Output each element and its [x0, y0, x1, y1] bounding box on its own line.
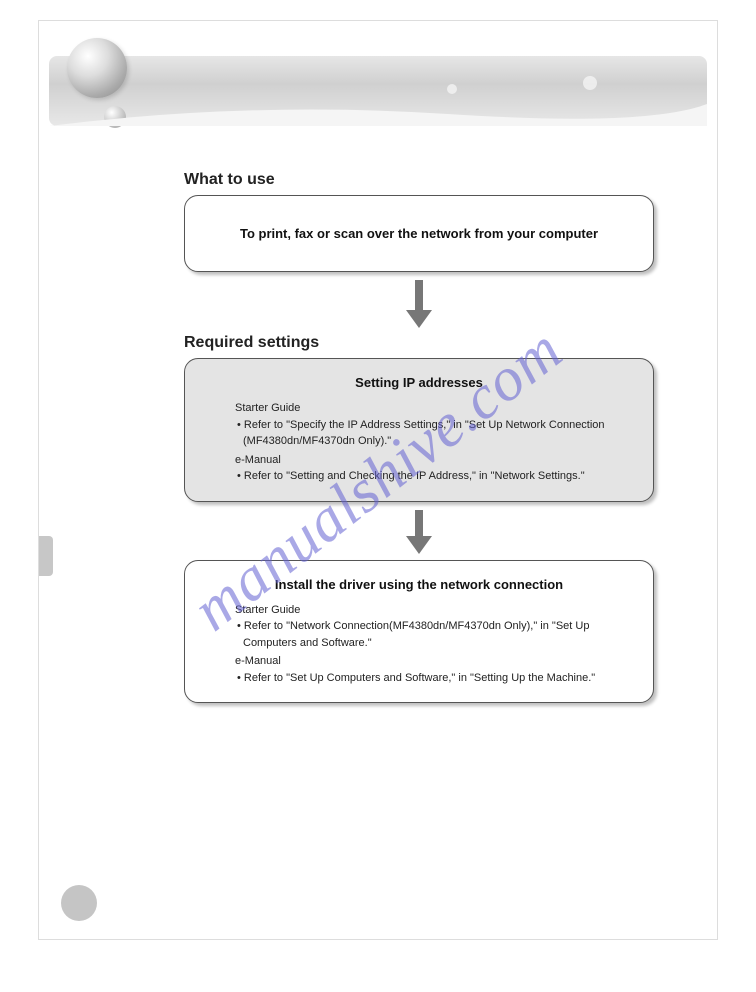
section-title-what-to-use: What to use [184, 171, 654, 189]
side-tab-marker [39, 536, 53, 576]
arrow-down-icon [184, 510, 654, 554]
main-content: What to use To print, fax or scan over t… [184, 171, 654, 703]
dot-decoration [583, 76, 597, 90]
emanual-item: • Refer to "Setting and Checking the IP … [235, 468, 633, 485]
emanual-label: e-Manual [235, 452, 633, 469]
page-number-circle [61, 885, 97, 921]
arrow-down-icon [184, 280, 654, 328]
sphere-decoration-large [67, 38, 127, 98]
starter-guide-label: Starter Guide [235, 400, 633, 417]
emanual-label: e-Manual [235, 653, 633, 670]
install-driver-box: Install the driver using the network con… [184, 560, 654, 704]
install-box-heading: Install the driver using the network con… [205, 577, 633, 592]
ip-box-body: Starter Guide • Refer to "Specify the IP… [205, 400, 633, 485]
section-title-required-settings: Required settings [184, 334, 654, 352]
emanual-item: • Refer to "Set Up Computers and Softwar… [235, 670, 633, 687]
starter-guide-item: • Refer to "Network Connection(MF4380dn/… [235, 618, 633, 651]
dot-decoration [447, 84, 457, 94]
starter-guide-item: • Refer to "Specify the IP Address Setti… [235, 417, 633, 450]
ip-addresses-box: Setting IP addresses Starter Guide • Ref… [184, 358, 654, 502]
what-to-use-box: To print, fax or scan over the network f… [184, 195, 654, 272]
install-box-body: Starter Guide • Refer to "Network Connec… [205, 602, 633, 687]
swoosh-decoration [49, 96, 707, 126]
document-page: What to use To print, fax or scan over t… [38, 20, 718, 940]
what-to-use-heading: To print, fax or scan over the network f… [205, 226, 633, 241]
starter-guide-label: Starter Guide [235, 602, 633, 619]
ip-box-heading: Setting IP addresses [205, 375, 633, 390]
header-banner [49, 56, 707, 126]
